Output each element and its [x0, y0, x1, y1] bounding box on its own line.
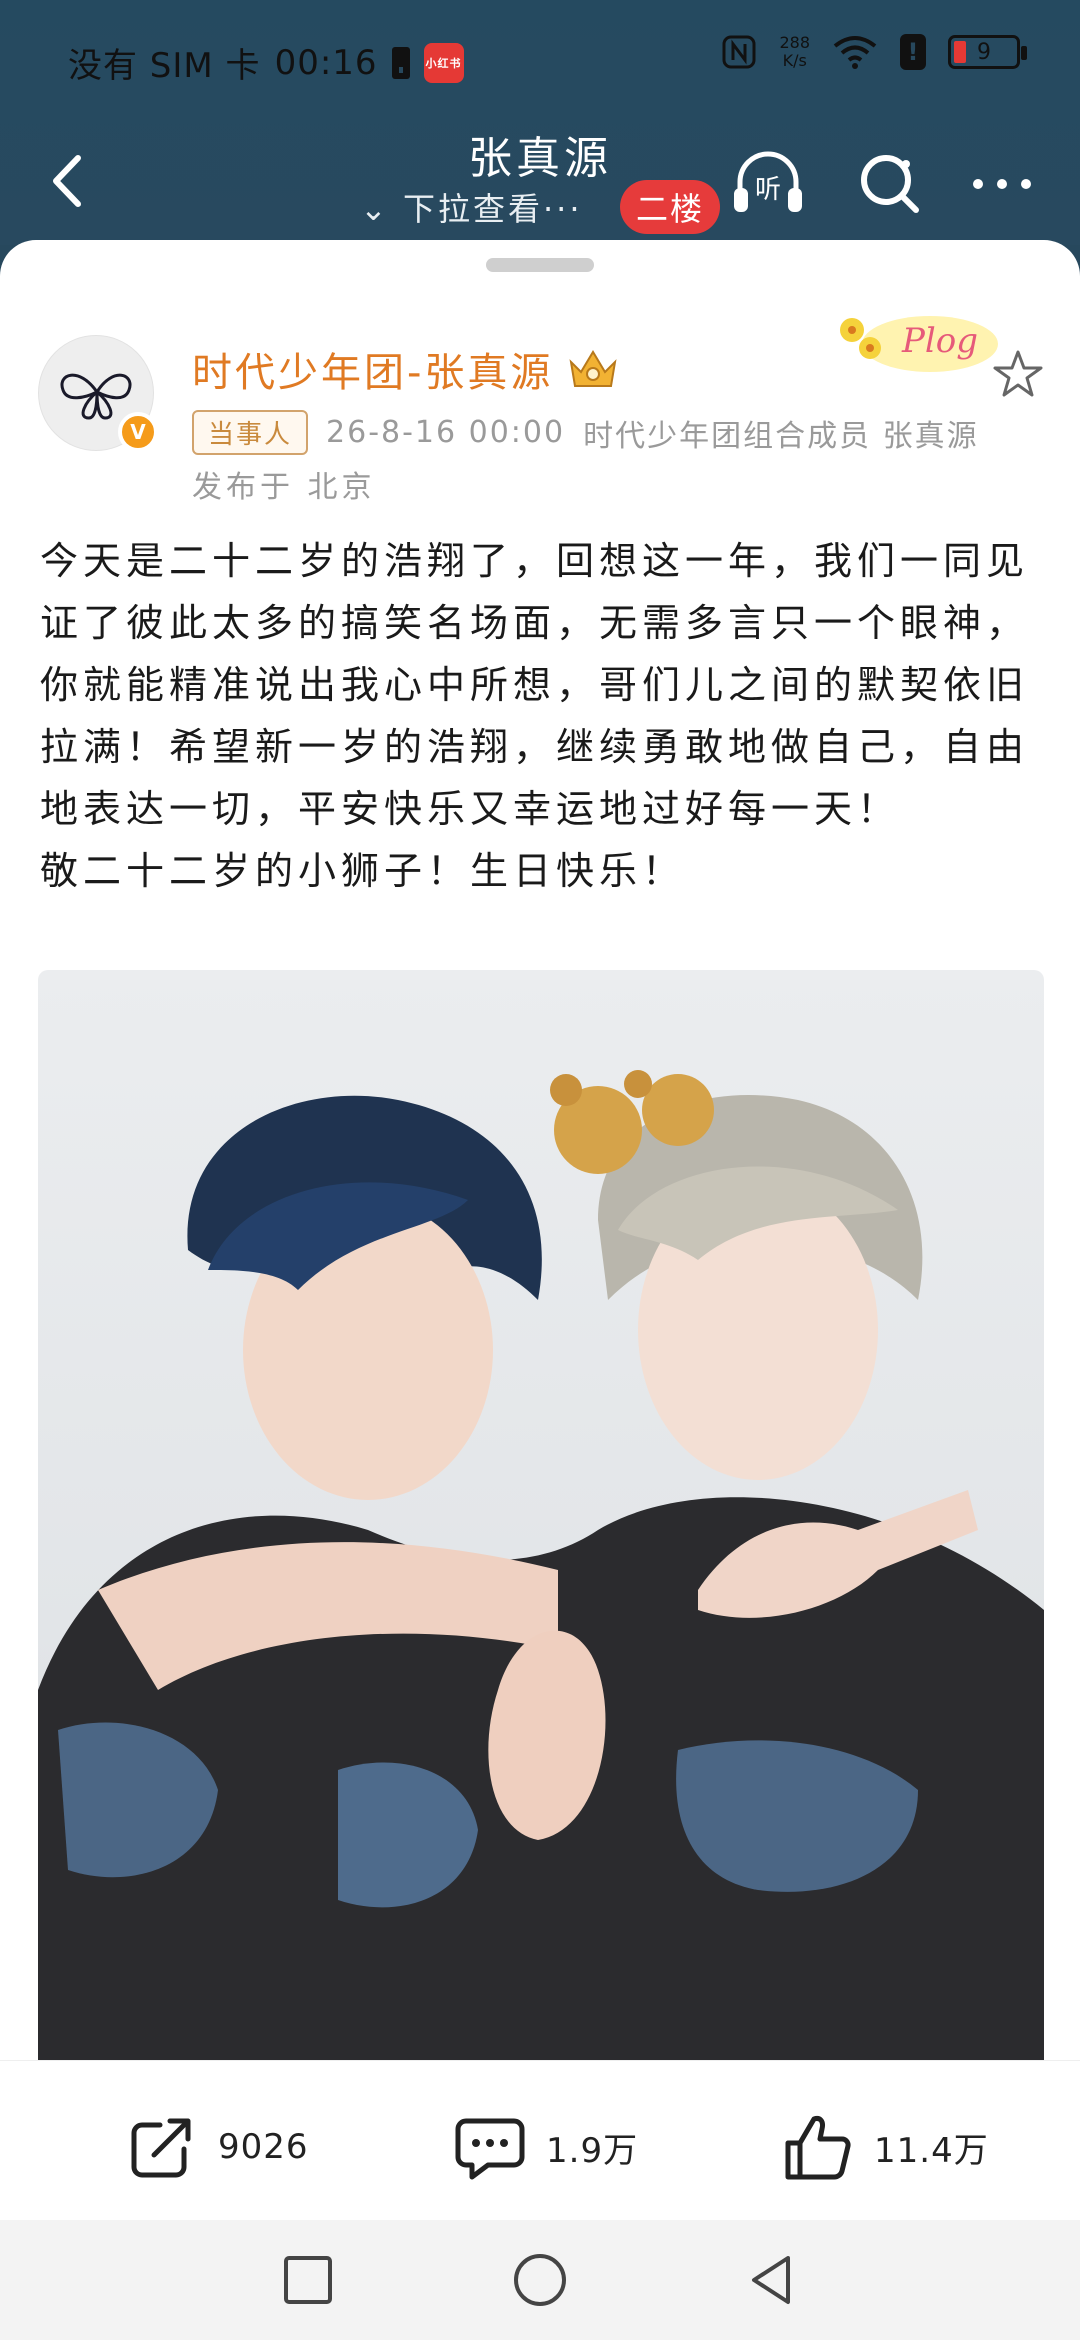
- second-floor-badge[interactable]: 二楼: [620, 180, 720, 234]
- drag-handle[interactable]: [486, 258, 594, 272]
- recent-apps-button[interactable]: [276, 2248, 340, 2312]
- crown-icon: [569, 350, 617, 387]
- header: 没有 SIM 卡 00:16 小红书 288 K/s ! 9 张真源 ⌄ 下拉查…: [0, 0, 1080, 245]
- post-body: 今天是二十二岁的浩翔了，回想这一年，我们一同见证了彼此太多的搞笑名场面，无需多言…: [40, 530, 1050, 902]
- net-speed: 288 K/s: [779, 34, 810, 70]
- clock: 00:16: [274, 42, 378, 83]
- battery-level: 9: [977, 39, 991, 65]
- back-nav-button[interactable]: [740, 2248, 804, 2312]
- party-tag: 当事人: [192, 410, 309, 455]
- share-icon: [131, 2118, 191, 2178]
- share-count: 9026: [218, 2127, 309, 2167]
- post-location: 发布于 北京: [192, 470, 376, 505]
- share-button[interactable]: 9026: [124, 2109, 309, 2185]
- alert-icon: !: [900, 34, 926, 70]
- wifi-icon: [833, 36, 877, 69]
- post-date: 26-8-16 00:00: [326, 415, 566, 450]
- home-button[interactable]: [508, 2248, 572, 2312]
- author-name-text: 时代少年团-张真源: [192, 350, 554, 396]
- net-speed-unit: K/s: [782, 51, 807, 70]
- comment-count: 1.9万: [546, 2130, 639, 2171]
- battery-icon: 9: [948, 35, 1027, 69]
- post-body-greeting: 敬二十二岁的小狮子！生日快乐！: [40, 849, 686, 893]
- photo-illustration: [38, 1070, 1044, 2060]
- author-description: 时代少年团组合成员 张真源: [583, 418, 979, 454]
- like-button[interactable]: 11.4万: [780, 2109, 989, 2185]
- like-count: 11.4万: [874, 2130, 989, 2171]
- more-icon[interactable]: [960, 142, 1044, 226]
- post-photo[interactable]: [38, 970, 1044, 2060]
- comment-button[interactable]: 1.9万: [452, 2109, 638, 2185]
- action-bar: 9026 1.9万 11.4万: [0, 2060, 1080, 2220]
- headphones-icon[interactable]: 听: [726, 142, 810, 226]
- pull-down-hint[interactable]: ⌄ 下拉查看···: [360, 184, 583, 230]
- plog-label: Plog: [901, 321, 978, 361]
- system-nav-bar: [0, 2220, 1080, 2340]
- status-left: 没有 SIM 卡 00:16 小红书: [68, 38, 464, 87]
- nfc-icon: [722, 35, 756, 69]
- thumbs-up-icon: [785, 2116, 851, 2180]
- listen-label: 听: [755, 175, 781, 205]
- chevron-down-icon: ⌄: [360, 190, 403, 228]
- verified-badge: V: [118, 412, 158, 452]
- status-right: 288 K/s ! 9: [721, 34, 1027, 70]
- pull-down-text: 下拉查看···: [402, 190, 583, 228]
- comment-icon: [455, 2118, 525, 2180]
- xiaohongshu-app-icon: 小红书: [423, 42, 464, 83]
- post-body-paragraph: 今天是二十二岁的浩翔了，回想这一年，我们一同见证了彼此太多的搞笑名场面，无需多言…: [40, 539, 1030, 831]
- nav-bar: 张真源 ⌄ 下拉查看··· 二楼 听: [0, 120, 1080, 240]
- search-icon[interactable]: [848, 142, 932, 226]
- post-card: V 时代少年团-张真源 Plog 当事人 26-8-16 00:00 时代少年团…: [0, 240, 1080, 2060]
- status-bar: 没有 SIM 卡 00:16 小红书 288 K/s ! 9: [0, 0, 1080, 120]
- plog-sticker-icon: Plog: [840, 316, 998, 372]
- star-icon[interactable]: [990, 346, 1046, 402]
- carrier-text: 没有 SIM 卡: [68, 46, 261, 86]
- author-name[interactable]: 时代少年团-张真源: [192, 340, 619, 398]
- sim-status-icon: [391, 46, 410, 79]
- net-speed-value: 288: [779, 33, 810, 52]
- meta-row: 当事人 26-8-16 00:00 时代少年团组合成员 张真源: [192, 410, 979, 455]
